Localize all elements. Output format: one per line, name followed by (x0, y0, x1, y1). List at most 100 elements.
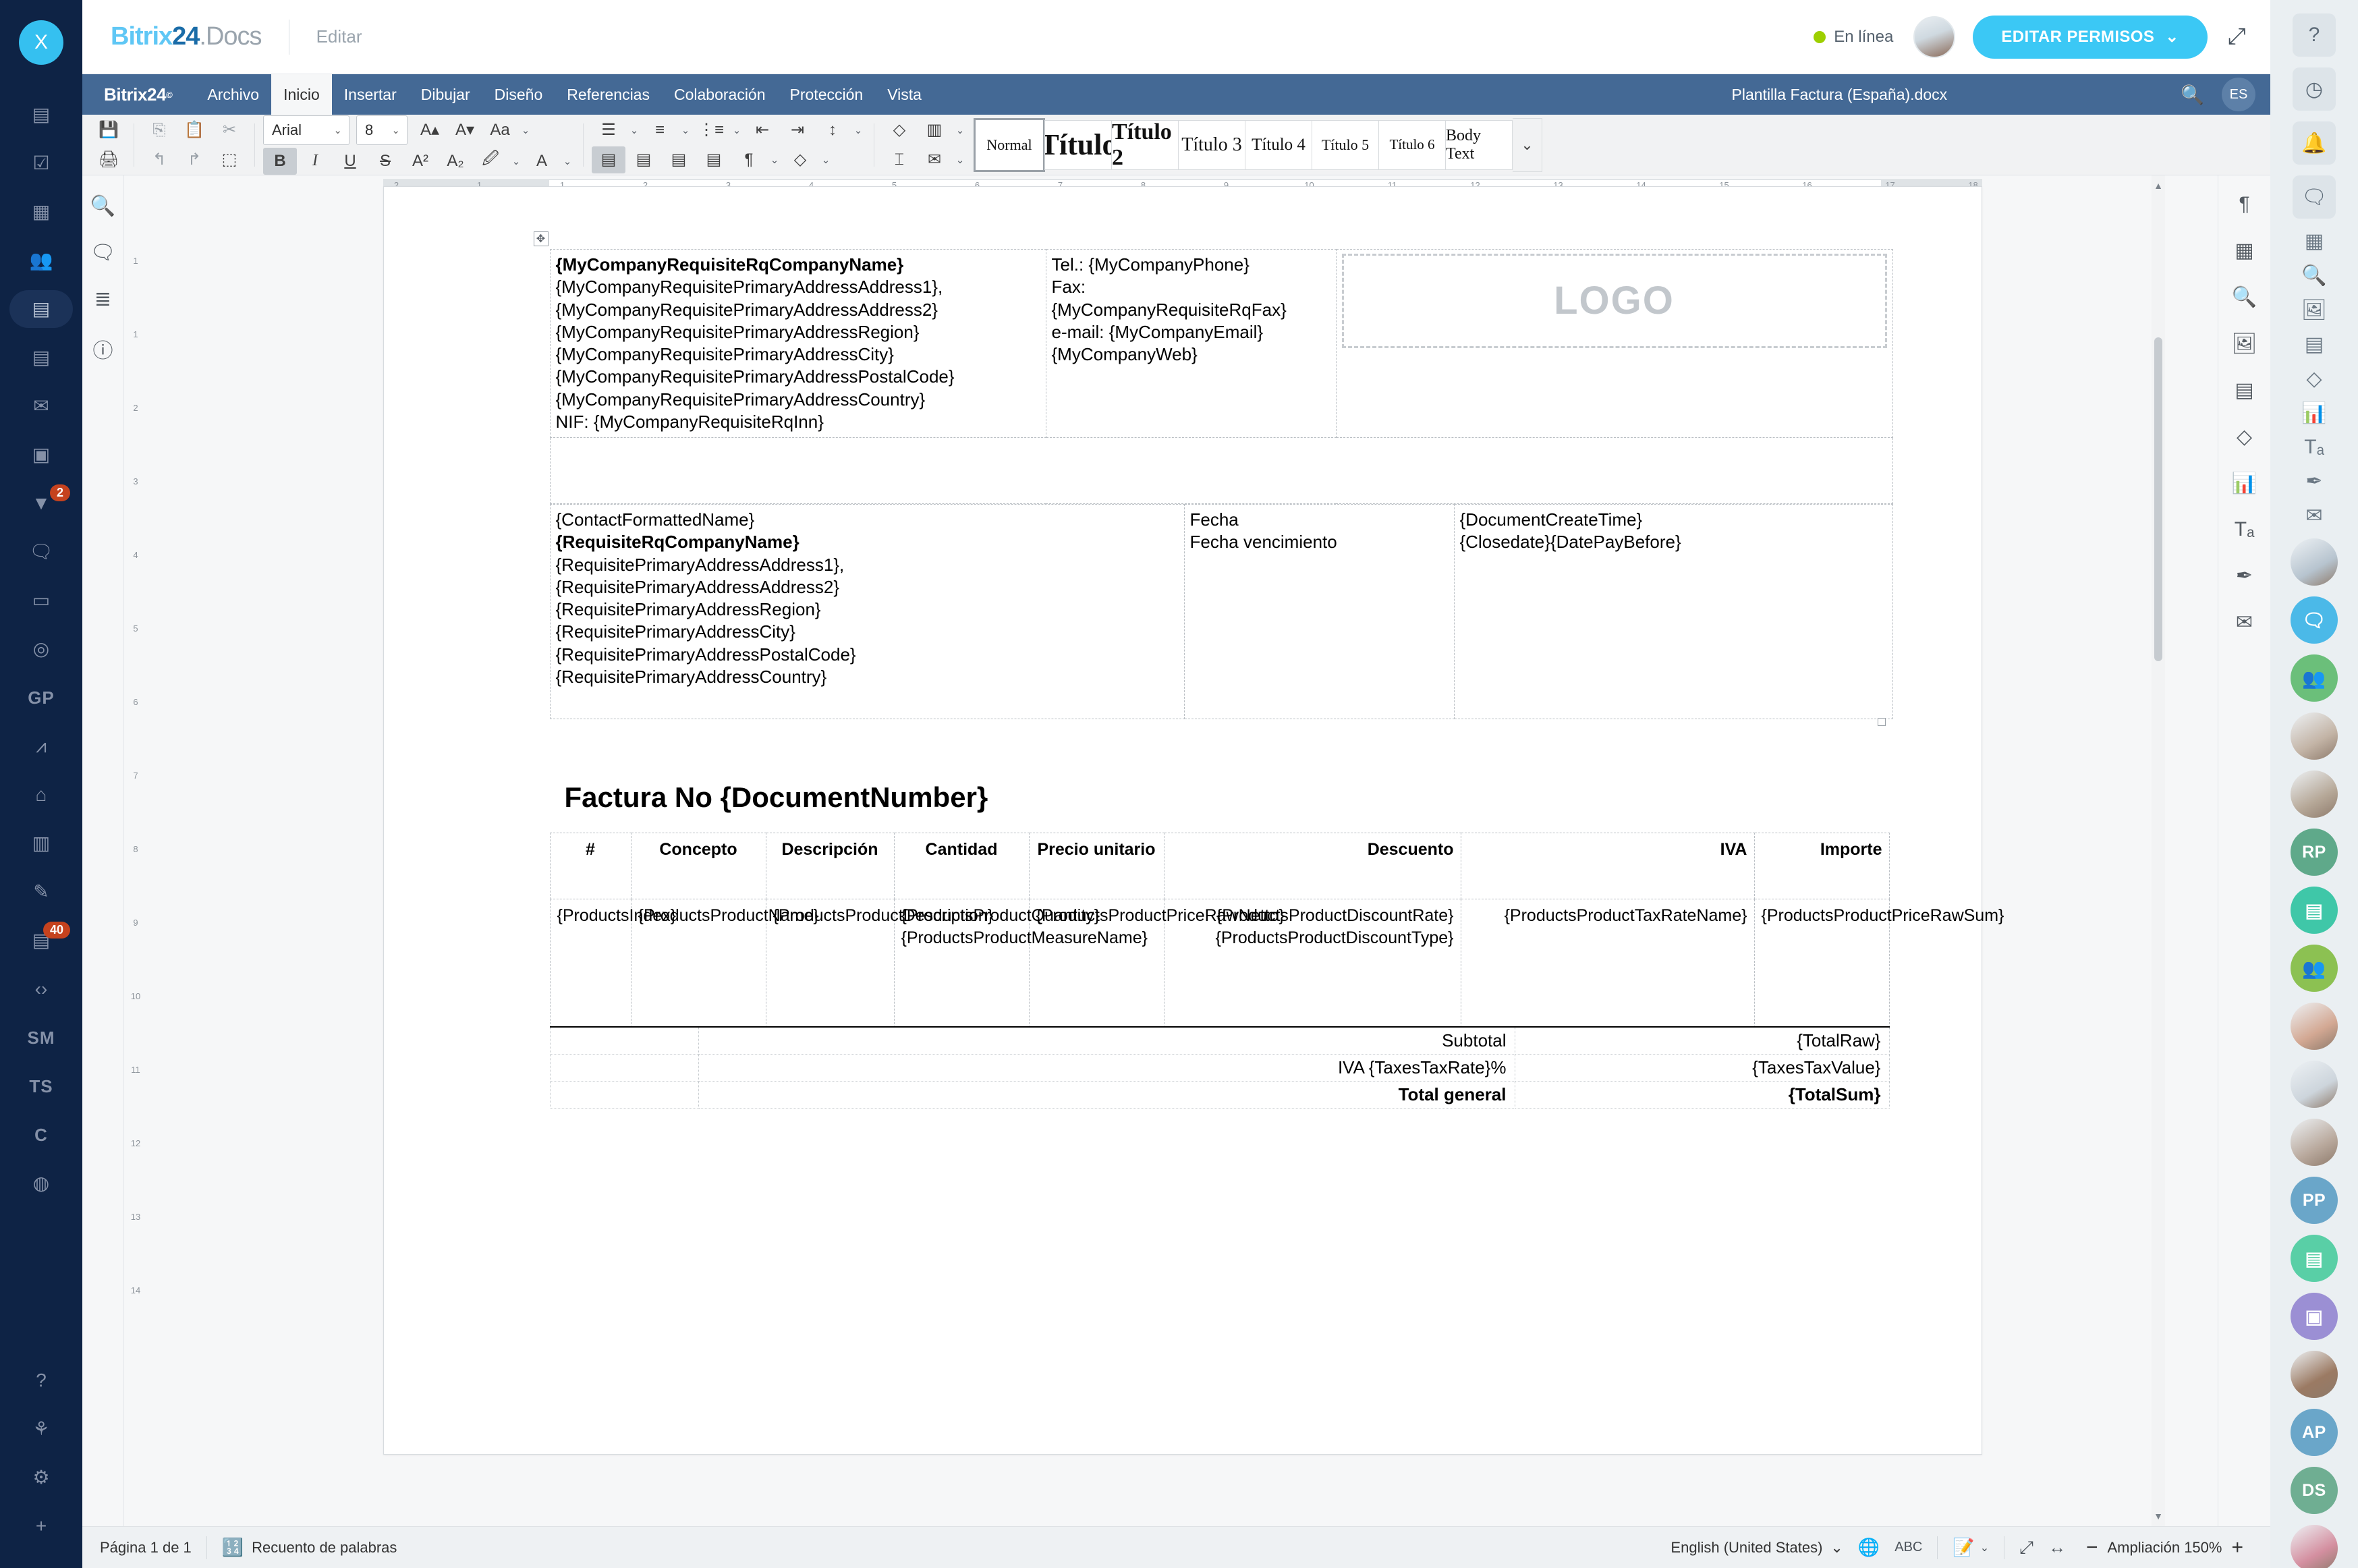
products-table[interactable]: #ConceptoDescripciónCantidadPrecio unita… (550, 833, 1890, 1028)
chevron-down-icon[interactable]: ⌄ (1980, 1541, 1989, 1555)
avatar-photo-1[interactable] (2289, 538, 2340, 586)
menu-vista[interactable]: Vista (875, 74, 934, 115)
menu-referencias[interactable]: Referencias (555, 74, 662, 115)
avatar-rp[interactable]: RP (2289, 829, 2340, 876)
table-resize-handle[interactable] (1878, 718, 1886, 726)
rail-item-drive[interactable]: ▤ (0, 285, 82, 333)
align-left-button[interactable]: ▤ (592, 146, 625, 173)
text-art-icon[interactable]: Tₐ (2235, 518, 2255, 541)
chevron-down-icon[interactable]: ⌄ (953, 124, 967, 136)
vertical-scrollbar[interactable]: ▲ ▼ (2152, 175, 2165, 1526)
totals-value-cell[interactable]: {TaxesTaxValue} (1515, 1055, 1889, 1082)
style-t-tulo-6[interactable]: Título 6 (1378, 120, 1446, 170)
text-art-icon[interactable]: Tₐ (2289, 436, 2340, 459)
increase-indent-button[interactable]: ⇥ (781, 117, 814, 144)
redo-button[interactable]: ↱ (177, 146, 211, 173)
save-button[interactable]: 💾 (92, 117, 125, 144)
shape-icon[interactable]: ◇ (2289, 367, 2340, 391)
rail-item-calendar[interactable]: ▦ (0, 188, 82, 236)
rail-item-add[interactable]: + (0, 1502, 82, 1550)
decrease-indent-button[interactable]: ⇤ (746, 117, 779, 144)
avatar-ds[interactable]: DS (2289, 1467, 2340, 1514)
rail-item-company[interactable]: ⌂ (0, 771, 82, 819)
style-t-tulo-5[interactable]: Título 5 (1312, 120, 1379, 170)
avatar-photo-3[interactable] (2289, 771, 2340, 818)
font-size-select[interactable]: 8 ⌄ (356, 115, 408, 145)
menu-colaboracin[interactable]: Colaboración (662, 74, 778, 115)
undo-button[interactable]: ↰ (142, 146, 176, 173)
word-count-button[interactable]: 🔢 Recuento de palabras (222, 1537, 397, 1558)
avatar-card-purple[interactable]: ▣ (2289, 1293, 2340, 1340)
rail-item-c[interactable]: C (0, 1111, 82, 1159)
menu-insertar[interactable]: Insertar (332, 74, 409, 115)
avatar-photo-8[interactable] (2289, 1525, 2340, 1568)
close-button[interactable]: X (19, 20, 63, 65)
italic-button[interactable]: I (298, 148, 332, 175)
rail-item-docs[interactable]: ▤ (0, 333, 82, 382)
vertical-ruler[interactable]: 11234567891011121314 (124, 175, 147, 1526)
style-t-tulo-4[interactable]: Título 4 (1245, 120, 1312, 170)
products-table-row[interactable]: {ProductsIndex}{ProductsProductName}{Pro… (550, 899, 1889, 1028)
rail-item-mail[interactable]: ✉ (0, 382, 82, 430)
highlight-palette-button[interactable]: ▥ (918, 117, 951, 144)
comments-icon[interactable]: 🗨 (90, 241, 115, 264)
style-body-text[interactable]: Body Text (1445, 120, 1513, 170)
edit-permissions-button[interactable]: EDITAR PERMISOS ⌄ (1973, 16, 2207, 59)
menu-inicio[interactable]: Inicio (271, 74, 332, 115)
totals-row[interactable]: Total general{TotalSum} (550, 1082, 1889, 1109)
globe-icon[interactable]: 🌐 (1858, 1537, 1880, 1558)
mail-merge-icon[interactable]: ✉ (2289, 504, 2340, 528)
avatar-photo-6[interactable] (2289, 1119, 2340, 1166)
products-table-cell[interactable]: {ProductsProductTaxRateName} (1461, 899, 1754, 1028)
header-icon[interactable]: ▤ (2289, 333, 2340, 356)
zoom-out-button[interactable]: − (2077, 1536, 2108, 1559)
copy-style-button[interactable]: ⌶ (882, 146, 916, 173)
rail-item-code[interactable]: ‹› (0, 965, 82, 1013)
menu-diseo[interactable]: Diseño (482, 74, 555, 115)
headings-icon[interactable]: ≣ (94, 287, 111, 311)
products-table-cell[interactable]: {ProductsProductPriceRawNetto} (1029, 899, 1164, 1028)
rail-item-group[interactable]: 👥 (0, 236, 82, 285)
avatar-card-green[interactable]: ▤ (2289, 1235, 2340, 1282)
superscript-button[interactable]: A² (403, 148, 437, 175)
avatar-pp[interactable]: PP (2289, 1177, 2340, 1224)
search-icon[interactable]: 🔍 (90, 194, 115, 218)
spellcheck-icon[interactable]: ABC (1894, 1540, 1922, 1555)
multilevel-list-button[interactable]: ⋮≡ (694, 117, 728, 144)
document-page[interactable]: ✥ {MyCompanyRequisiteRqCompanyName}{MyCo… (383, 186, 1982, 1455)
rail-item-settings[interactable]: ⚙ (0, 1453, 82, 1502)
zoom-in-button[interactable]: + (2222, 1536, 2253, 1559)
logo-cell[interactable]: LOGO (1336, 250, 1892, 438)
chart-icon[interactable]: 📊 (2289, 401, 2340, 425)
shading-button[interactable]: ◇ (783, 146, 817, 173)
chevron-down-icon[interactable]: ⌄ (518, 124, 533, 136)
spacer-row-cell[interactable] (550, 438, 1892, 504)
avatar-users-green[interactable]: 👥 (2289, 654, 2340, 702)
rail-item-tasks[interactable]: ☑ (0, 139, 82, 188)
paragraph-marks-button[interactable]: ¶ (732, 146, 766, 173)
totals-label-cell[interactable]: IVA {TaxesTaxRate}% (698, 1055, 1515, 1082)
table-move-handle[interactable]: ✥ (534, 231, 549, 246)
totals-row[interactable]: IVA {TaxesTaxRate}%{TaxesTaxValue} (550, 1055, 1889, 1082)
image-icon[interactable]: 🖼 (2289, 298, 2340, 322)
shrink-font-button[interactable]: A▾ (448, 117, 482, 144)
style-t-tulo[interactable]: Título (1044, 120, 1112, 170)
scrollbar-thumb[interactable] (2154, 337, 2162, 661)
chevron-down-icon[interactable]: ⌄ (818, 154, 833, 166)
scroll-up-arrow[interactable]: ▲ (2152, 178, 2165, 193)
line-spacing-button[interactable]: ↕ (816, 117, 849, 144)
signature-icon[interactable]: ✒ (2236, 564, 2253, 588)
chart-icon[interactable]: 📊 (2232, 472, 2257, 495)
totals-value-cell[interactable]: {TotalSum} (1515, 1082, 1889, 1109)
rail-item-market[interactable]: ▤40 (0, 916, 82, 965)
rail-item-analytics[interactable]: ⩘ (0, 722, 82, 771)
chevron-down-icon[interactable]: ⌄ (767, 154, 782, 166)
highlight-color-button[interactable]: 🖉 (474, 148, 507, 175)
avatar-photo-4[interactable] (2289, 1003, 2340, 1050)
company-header-table[interactable]: {MyCompanyRequisiteRqCompanyName}{MyComp… (550, 249, 1893, 504)
avatar-photo-2[interactable] (2289, 712, 2340, 760)
chevron-down-icon[interactable]: ⌄ (953, 154, 967, 166)
chat-icon[interactable]: 🗨 (2289, 175, 2340, 219)
paste-button[interactable]: 📋 (177, 117, 211, 144)
chevron-down-icon[interactable]: ⌄ (678, 124, 693, 136)
